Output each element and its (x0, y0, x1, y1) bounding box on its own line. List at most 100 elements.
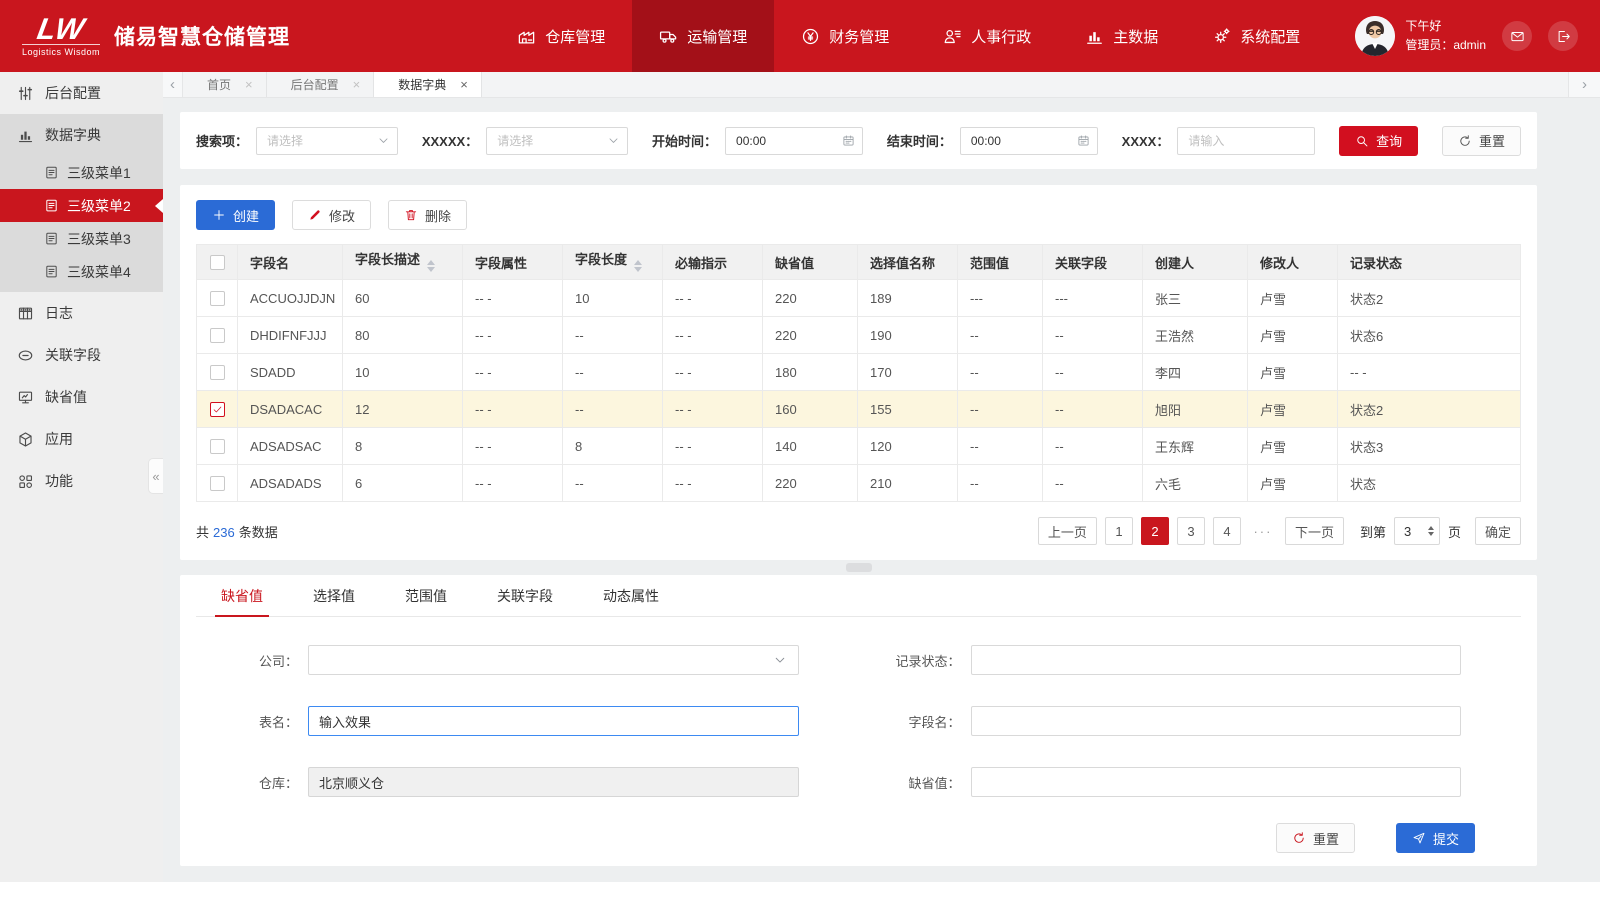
table-cell: -- (958, 428, 1043, 465)
table-row[interactable]: DHDIFNFJJJ80-- ----- -220190----王浩然卢雪状态6 (197, 317, 1521, 354)
sidebar-item-submenu-2[interactable]: 三级菜单2 (0, 189, 163, 222)
splitter-handle[interactable] (846, 563, 872, 572)
sidebar-item-logs[interactable]: 日志 (0, 292, 163, 334)
sidebar-collapse-handle[interactable]: « (148, 458, 163, 494)
page-button-2[interactable]: 2 (1141, 517, 1169, 545)
mail-button[interactable] (1502, 21, 1532, 51)
logout-button[interactable] (1548, 21, 1578, 51)
nav-master-data[interactable]: 主数据 (1058, 0, 1185, 72)
page-button-3[interactable]: 3 (1177, 517, 1205, 545)
detail-tab-default-value[interactable]: 缺省值 (196, 575, 288, 616)
end-time-input[interactable]: 00:00 (960, 127, 1098, 155)
filter-label: 搜索项： (196, 131, 248, 150)
table-row[interactable]: SDADD10-- ----- -180170----李四卢雪-- - (197, 354, 1521, 391)
record-status-input[interactable] (982, 653, 1451, 668)
sidebar-item-functions[interactable]: 功能 (0, 460, 163, 502)
default-value-input[interactable] (982, 775, 1451, 790)
avatar[interactable] (1355, 16, 1395, 56)
company-select[interactable] (308, 645, 799, 675)
nav-hr[interactable]: 人事行政 (916, 0, 1058, 72)
detail-tab-select-value[interactable]: 选择值 (288, 575, 380, 616)
tab-close-icon[interactable]: × (460, 77, 468, 92)
tab-close-icon[interactable]: × (353, 77, 361, 92)
column-header[interactable]: 字段长度 (563, 245, 663, 280)
detail-tab-range-value[interactable]: 范围值 (380, 575, 472, 616)
table-name-input[interactable] (319, 714, 788, 729)
sidebar-item-submenu-4[interactable]: 三级菜单4 (0, 255, 163, 288)
tab-backend-config[interactable]: 后台配置× (267, 72, 375, 97)
sidebar-item-default-values[interactable]: 缺省值 (0, 376, 163, 418)
table-cell: 卢雪 (1248, 317, 1338, 354)
tab-home[interactable]: 首页× (183, 72, 267, 97)
edit-button[interactable]: 修改 (292, 200, 371, 230)
create-button[interactable]: 创建 (196, 200, 275, 230)
sidebar-item-backend-config[interactable]: 后台配置 (0, 72, 163, 114)
form-reset-button[interactable]: 重置 (1276, 823, 1355, 853)
table-cell: 李四 (1143, 354, 1248, 391)
goto-page-stepper[interactable]: 3 (1394, 517, 1440, 545)
filter-reset-button[interactable]: 重置 (1442, 126, 1521, 156)
tab-data-dictionary[interactable]: 数据字典× (374, 72, 482, 97)
tabs-scroll-left[interactable]: ‹ (163, 72, 183, 97)
sidebar-item-submenu-3[interactable]: 三级菜单3 (0, 222, 163, 255)
table-row[interactable]: DSADACAC12-- ----- -160155----旭阳卢雪状态2 (197, 391, 1521, 428)
select-all-checkbox[interactable] (210, 255, 225, 270)
table-cell: -- (1043, 465, 1143, 502)
page-button-4[interactable]: 4 (1213, 517, 1241, 545)
row-checkbox[interactable] (210, 476, 225, 491)
detail-panel: 缺省值选择值范围值关联字段动态属性 公司： 记录状态： (180, 575, 1537, 866)
sort-icon[interactable] (427, 256, 435, 276)
sort-icon[interactable] (634, 256, 642, 276)
tab-close-icon[interactable]: × (245, 77, 253, 92)
start-time-input[interactable]: 00:00 (725, 127, 863, 155)
delete-button[interactable]: 删除 (388, 200, 467, 230)
pencil-icon (308, 208, 322, 222)
search-item-select[interactable]: 请选择 (256, 127, 398, 155)
nav-transport[interactable]: 运输管理 (632, 0, 774, 72)
detail-tab-related-field[interactable]: 关联字段 (472, 575, 578, 616)
submit-button[interactable]: 提交 (1396, 823, 1475, 853)
nav-warehouse[interactable]: 仓库管理 (490, 0, 632, 72)
goto-page-value: 3 (1404, 524, 1411, 539)
calendar-icon (1077, 134, 1090, 147)
form-item-company: 公司： (196, 645, 859, 675)
column-header[interactable]: 字段长描述 (343, 245, 463, 280)
prev-page-button[interactable]: 上一页 (1038, 517, 1097, 545)
nav-finance[interactable]: 财务管理 (774, 0, 916, 72)
logo-mark: LW (20, 16, 103, 44)
form-item-field-name: 字段名： (859, 706, 1522, 736)
row-checkbox[interactable] (210, 291, 225, 306)
record-status-field (971, 645, 1462, 675)
sidebar-item-submenu-1[interactable]: 三级菜单1 (0, 156, 163, 189)
next-page-button[interactable]: 下一页 (1285, 517, 1344, 545)
page-button-1[interactable]: 1 (1105, 517, 1133, 545)
query-button[interactable]: 查询 (1339, 126, 1418, 156)
goto-confirm-button[interactable]: 确定 (1475, 517, 1521, 545)
row-checkbox[interactable] (210, 328, 225, 343)
table-row[interactable]: ADSADADS6-- ----- -220210----六毛卢雪状态 (197, 465, 1521, 502)
default-value-field (971, 767, 1462, 797)
page-ellipsis[interactable]: ··· (1249, 517, 1277, 545)
xxxx-input[interactable]: 请输入 (1177, 127, 1315, 155)
filter-end-time: 结束时间： 00:00 (887, 127, 1098, 155)
table-cell: 王浩然 (1143, 317, 1248, 354)
detail-tab-dynamic-attr[interactable]: 动态属性 (578, 575, 684, 616)
sidebar-item-data-dictionary[interactable]: 数据字典 (0, 114, 163, 156)
tabs-scroll-right[interactable]: › (1568, 72, 1600, 97)
row-checkbox[interactable] (210, 439, 225, 454)
stepper-arrows-icon[interactable] (1428, 523, 1434, 539)
table-cell: -- (1043, 317, 1143, 354)
nav-system-config[interactable]: 系统配置 (1185, 0, 1327, 72)
table-row[interactable]: ACCUOJJDJN60-- -10-- -220189------张三卢雪状态… (197, 280, 1521, 317)
xxxxx-select[interactable]: 请选择 (486, 127, 628, 155)
table-row[interactable]: ADSADSAC8-- -8-- -140120----王东辉卢雪状态3 (197, 428, 1521, 465)
plane-icon (1412, 831, 1426, 845)
sidebar-item-applications[interactable]: 应用 (0, 418, 163, 460)
table-toolbar: 创建 修改 删除 (196, 200, 1521, 230)
main-area: ‹ 首页×后台配置×数据字典× › 搜索项： 请选择 XXXXX： 请选择 (163, 72, 1600, 882)
row-checkbox[interactable] (210, 365, 225, 380)
table-cell: 60 (343, 280, 463, 317)
field-name-input[interactable] (982, 714, 1451, 729)
sidebar-item-related-fields[interactable]: 关联字段 (0, 334, 163, 376)
row-checkbox[interactable] (210, 402, 225, 417)
